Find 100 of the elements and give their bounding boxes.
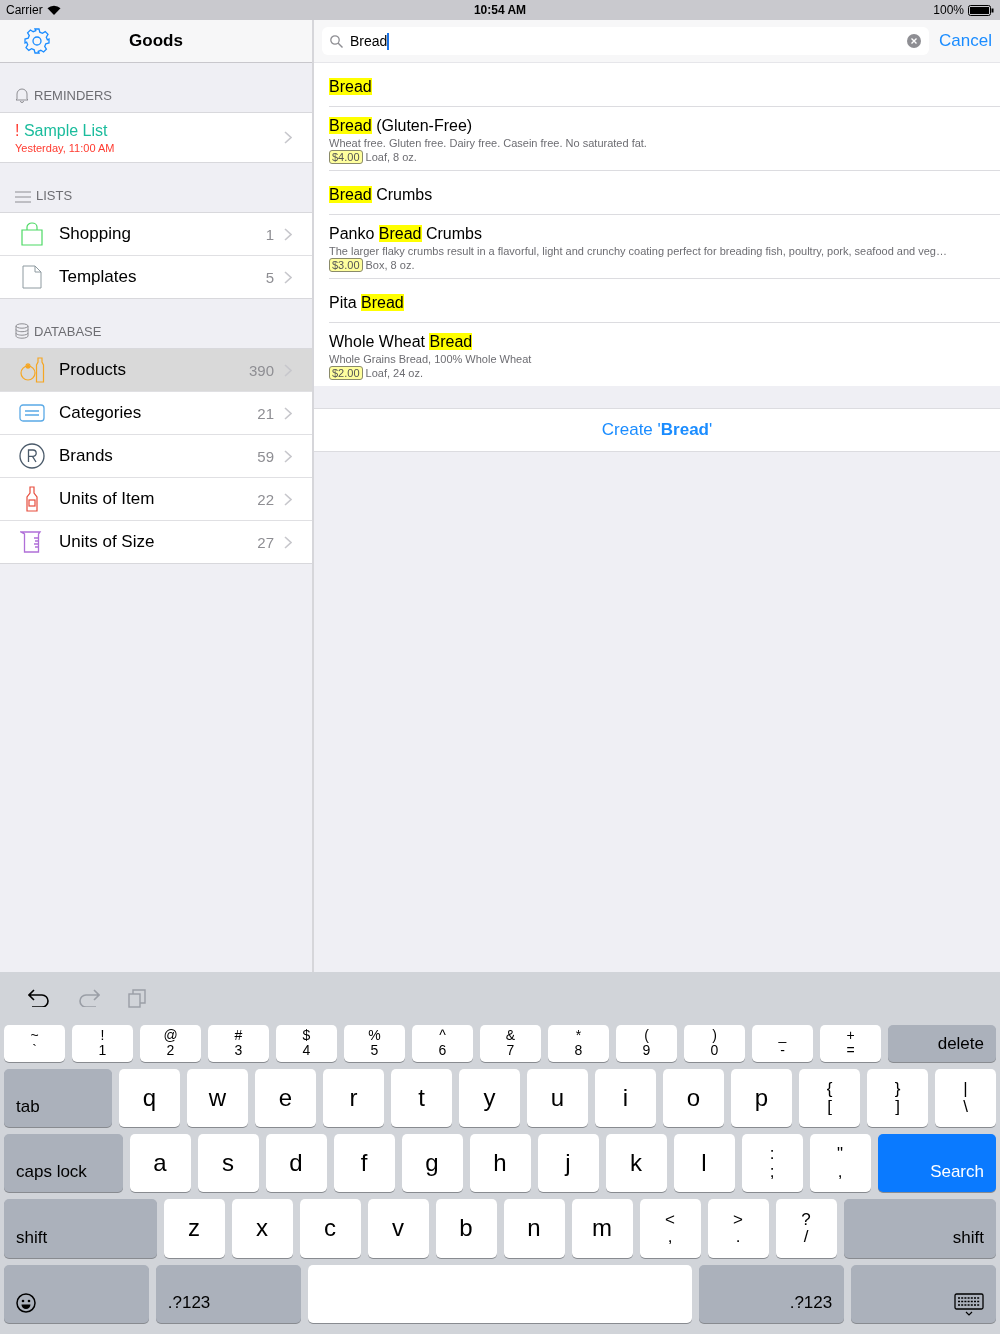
item-label: Units of Size — [59, 532, 156, 552]
create-row[interactable]: Create 'Bread' — [314, 408, 1000, 452]
search-field[interactable]: Bread — [322, 27, 930, 55]
function-key[interactable]: tab — [4, 1068, 112, 1127]
symbol-key[interactable]: } ] — [867, 1068, 928, 1127]
result-description: The larger flaky crumbs result in a flavorful, light and crunchy coating perfect for breading fish, poultry, pork, seafood and veg… — [329, 245, 948, 257]
chevron-icon — [284, 535, 292, 549]
symbol-key[interactable]: " , — [809, 1133, 871, 1193]
symbol-key[interactable]: $ 4 — [276, 1024, 337, 1062]
letter-key[interactable]: n — [503, 1199, 565, 1258]
chevron-icon — [284, 227, 292, 241]
symbol-key[interactable]: ) 0 — [684, 1024, 745, 1062]
result-row[interactable]: Panko Bread Crumbs The larger flaky crumbs result in a flavorful, light and crunchy coating perfect for breading fish, poultry, pork, seafood and veg… $3.00 Box, 8 oz. — [329, 215, 1000, 279]
symbol-key[interactable]: ! 1 — [72, 1024, 133, 1062]
item-label: Products — [59, 360, 128, 380]
letter-key[interactable]: z — [163, 1199, 225, 1258]
chevron-icon — [284, 131, 292, 144]
letter-key[interactable]: a — [129, 1133, 191, 1193]
symbol-key[interactable]: & 7 — [480, 1024, 541, 1062]
item-count: 21 — [257, 404, 274, 422]
function-key[interactable]: shift — [4, 1199, 157, 1258]
settings-icon[interactable] — [24, 28, 50, 54]
symbol-key[interactable]: @ 2 — [140, 1024, 201, 1062]
result-row[interactable]: Bread Crumbs — [329, 171, 1000, 215]
clear-icon[interactable] — [907, 34, 922, 48]
letter-key[interactable]: c — [299, 1199, 361, 1258]
symbol-key[interactable]: + = — [820, 1024, 881, 1062]
letter-key[interactable]: i — [595, 1068, 656, 1127]
letter-key[interactable]: l — [673, 1133, 735, 1193]
function-key[interactable]: caps lock — [4, 1133, 123, 1193]
letter-key[interactable]: r — [323, 1068, 384, 1127]
function-key[interactable]: .?123 — [155, 1264, 301, 1323]
letter-key[interactable]: e — [255, 1068, 316, 1127]
symbol-key[interactable]: ^ 6 — [412, 1024, 473, 1062]
letter-key[interactable]: p — [731, 1068, 792, 1127]
symbol-key[interactable]: _ - — [752, 1024, 813, 1062]
symbol-key[interactable]: % 5 — [344, 1024, 405, 1062]
letter-key[interactable]: h — [469, 1133, 531, 1193]
reminder-time: Yesterday, 11:00 AM — [15, 141, 116, 154]
sidebar-title: Goods — [129, 31, 183, 50]
dismiss-keyboard-key[interactable] — [851, 1264, 996, 1323]
symbol-key[interactable]: < , — [639, 1199, 701, 1258]
letter-key[interactable]: u — [527, 1068, 588, 1127]
letter-key[interactable]: b — [435, 1199, 497, 1258]
function-key[interactable]: shift — [843, 1199, 996, 1258]
letter-key[interactable]: g — [401, 1133, 463, 1193]
result-row[interactable]: Bread — [329, 63, 1000, 107]
battery-icon — [968, 4, 994, 16]
symbol-key[interactable]: * 8 — [548, 1024, 609, 1062]
letter-key[interactable]: x — [231, 1199, 293, 1258]
symbol-key[interactable]: { [ — [799, 1068, 860, 1127]
result-row[interactable]: Whole Wheat Bread Whole Grains Bread, 100% Whole Wheat $2.00 Loaf, 24 oz. — [329, 323, 1000, 386]
letter-key[interactable]: j — [537, 1133, 599, 1193]
bell-icon — [15, 87, 29, 103]
symbol-key[interactable]: ? / — [775, 1199, 837, 1258]
item-count: 5 — [265, 268, 274, 286]
function-key[interactable]: delete — [888, 1024, 996, 1062]
letter-key[interactable]: t — [391, 1068, 452, 1127]
document-icon — [22, 265, 42, 289]
result-title: Pita Bread — [329, 293, 405, 312]
produce-icon — [19, 357, 45, 383]
function-key[interactable]: .?123 — [699, 1264, 845, 1323]
symbol-key[interactable]: > . — [707, 1199, 769, 1258]
letter-key[interactable]: y — [459, 1068, 520, 1127]
item-label: Categories — [59, 403, 143, 423]
item-label: Units of Item — [59, 489, 156, 509]
list-icon — [15, 191, 31, 203]
letter-key[interactable]: w — [187, 1068, 248, 1127]
item-label: Brands — [59, 446, 114, 466]
letter-key[interactable]: o — [663, 1068, 724, 1127]
keyboard-icon — [954, 1293, 984, 1317]
result-row[interactable]: Pita Bread — [329, 279, 1000, 323]
symbol-key[interactable]: ~ ` — [4, 1024, 65, 1062]
item-count: 1 — [265, 225, 274, 243]
result-title: Bread — [329, 77, 373, 96]
undo-icon[interactable] — [28, 989, 50, 1008]
registered-icon — [19, 443, 45, 469]
letter-key[interactable]: d — [265, 1133, 327, 1193]
letter-key[interactable]: s — [197, 1133, 259, 1193]
result-row[interactable]: Bread (Gluten-Free) Wheat free. Gluten free. Dairy free. Casein free. No saturated fat. $4.00 Loaf, 8 oz. — [329, 107, 1000, 171]
symbol-key[interactable]: # 3 — [208, 1024, 269, 1062]
symbol-key[interactable]: | \ — [935, 1068, 996, 1127]
letter-key[interactable]: m — [571, 1199, 633, 1258]
symbol-key[interactable]: : ; — [741, 1133, 803, 1193]
letter-key[interactable]: f — [333, 1133, 395, 1193]
letter-key[interactable]: k — [605, 1133, 667, 1193]
size-text: Box, 8 oz. — [365, 259, 415, 271]
letter-key[interactable]: v — [367, 1199, 429, 1258]
clock-time: 10:54 AM — [473, 3, 527, 17]
letter-key[interactable]: q — [119, 1068, 180, 1127]
size-text: Loaf, 24 oz. — [365, 367, 424, 379]
symbol-key[interactable]: ( 9 — [616, 1024, 677, 1062]
result-title: Whole Wheat Bread — [329, 333, 474, 351]
result-description: Wheat free. Gluten free. Dairy free. Casein free. No saturated fat. — [329, 137, 648, 149]
section-header: LISTS — [36, 188, 73, 203]
sidebar-item[interactable]: Products 390 — [0, 349, 312, 392]
item-label: Shopping — [59, 224, 132, 244]
search-key[interactable]: Search — [877, 1133, 996, 1193]
price-tag: $3.00 — [329, 258, 363, 272]
item-count: 22 — [257, 490, 274, 508]
